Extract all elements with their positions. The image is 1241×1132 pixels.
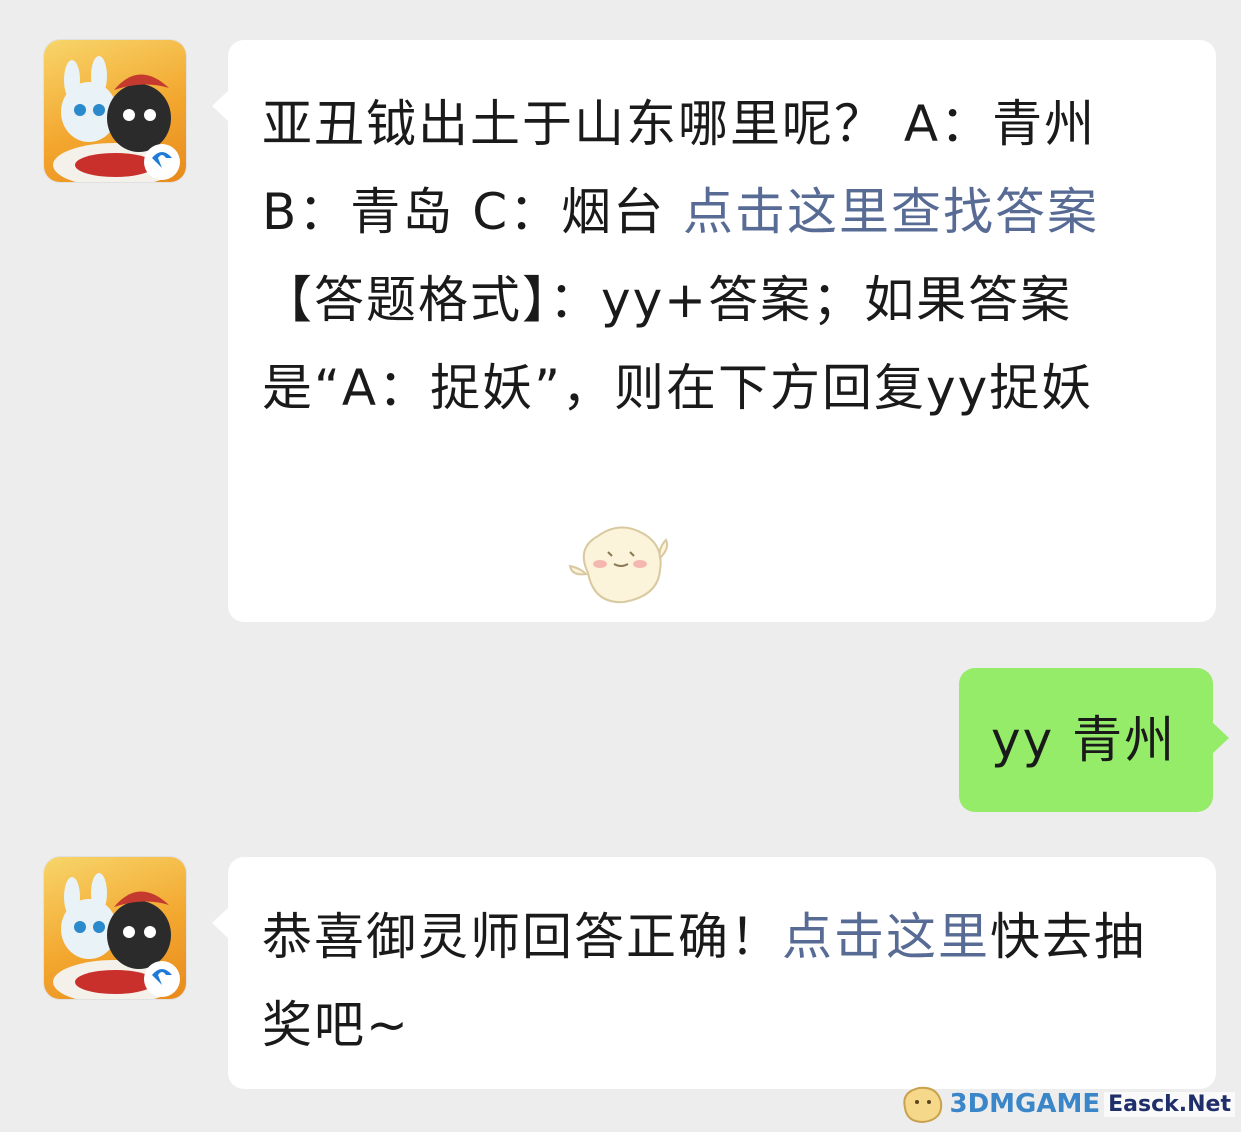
question-text: 亚丑钺出土于山东哪里呢？ A：青州 B：青岛 C：烟台 点击这里查找答案 — [262, 80, 1184, 256]
game-app-icon — [53, 56, 180, 182]
reply-text: yy 青州 — [991, 711, 1177, 769]
message-bubble-question: 亚丑钺出土于山东哪里呢？ A：青州 B：青岛 C：烟台 点击这里查找答案 【答题… — [212, 40, 1216, 622]
message-bubble-reply: yy 青州 — [959, 668, 1229, 812]
game-app-icon — [53, 873, 180, 999]
sender-avatar[interactable] — [44, 857, 186, 999]
find-answer-link[interactable]: 点击这里查找答案 — [683, 183, 1099, 241]
result-body: 恭喜御灵师回答正确！ — [262, 908, 782, 966]
result-text: 恭喜御灵师回答正确！点击这里快去抽奖吧~ — [262, 893, 1184, 1069]
watermark-brand: 3DMGAME — [949, 1089, 1101, 1119]
sender-avatar[interactable] — [44, 40, 186, 182]
chick-sticker — [568, 518, 672, 612]
chick-logo-icon — [903, 1086, 943, 1124]
watermark: 3DMGAME Easck.Net — [899, 1080, 1235, 1128]
lottery-link[interactable]: 点击这里 — [782, 908, 990, 966]
answer-format-text: 【答题格式】：yy+答案；如果答案是“A：捉妖”，则在下方回复yy捉妖 — [262, 271, 1094, 417]
message-bubble-result: 恭喜御灵师回答正确！点击这里快去抽奖吧~ — [212, 857, 1216, 1089]
watermark-site: Easck.Net — [1104, 1091, 1235, 1117]
